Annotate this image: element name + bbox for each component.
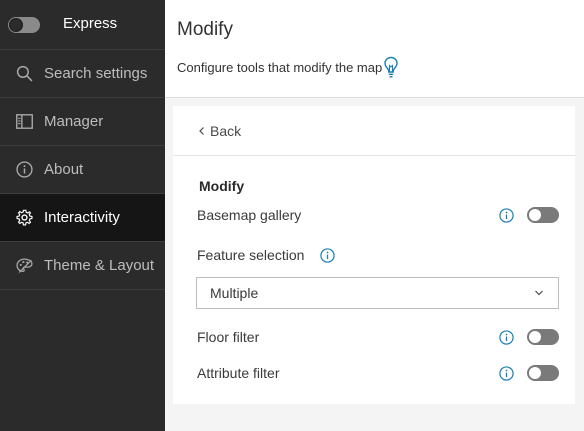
info-icon[interactable] (499, 366, 514, 381)
sidebar-item-label: Search settings (44, 65, 148, 82)
sidebar-item-manager[interactable]: Manager (0, 98, 165, 146)
panel-icon (16, 114, 33, 129)
back-label: Back (210, 122, 242, 139)
sidebar-item-label: About (44, 161, 84, 178)
feature-selection-label: Feature selection (197, 247, 305, 263)
toggle-knob (529, 367, 541, 379)
page-header: Modify Configure tools that modify the m… (165, 0, 584, 98)
info-icon (16, 161, 33, 178)
express-mode-row: Express (0, 0, 165, 50)
sidebar-item-theme-layout[interactable]: Theme & Layout (0, 242, 165, 290)
chevron-down-icon (535, 290, 543, 296)
sidebar-item-label: Theme & Layout (44, 257, 155, 274)
feature-selection-select[interactable]: Multiple (196, 277, 559, 309)
attribute-filter-toggle[interactable] (527, 365, 559, 381)
info-icon[interactable] (320, 248, 335, 263)
info-icon[interactable] (499, 208, 514, 223)
toggle-knob (529, 209, 541, 221)
basemap-gallery-toggle[interactable] (527, 207, 559, 223)
section-title: Modify (199, 178, 245, 194)
palette-icon (16, 258, 33, 273)
page-description: Configure tools that modify the map (177, 60, 383, 75)
express-mode-toggle[interactable] (8, 16, 40, 33)
lightbulb-icon[interactable] (383, 56, 399, 80)
express-mode-label: Express (63, 15, 118, 32)
sidebar: Express Search settings Manager About In… (0, 0, 165, 431)
sidebar-item-label: Manager (44, 113, 104, 130)
basemap-gallery-label: Basemap gallery (197, 207, 302, 223)
sidebar-item-search-settings[interactable]: Search settings (0, 50, 165, 98)
toggle-knob (9, 17, 23, 32)
floor-filter-label: Floor filter (197, 329, 260, 345)
settings-panel: Back Modify Basemap gallery Feature sele… (173, 106, 575, 404)
feature-selection-value: Multiple (210, 285, 259, 301)
page-title: Modify (177, 19, 233, 40)
sidebar-item-label: Interactivity (44, 209, 120, 226)
chevron-left-icon (199, 126, 204, 135)
search-icon (16, 65, 33, 82)
sidebar-item-about[interactable]: About (0, 146, 165, 194)
toggle-knob (529, 331, 541, 343)
gear-icon (16, 209, 33, 226)
main-content: Modify Configure tools that modify the m… (165, 0, 584, 431)
floor-filter-toggle[interactable] (527, 329, 559, 345)
sidebar-item-interactivity[interactable]: Interactivity (0, 194, 165, 242)
back-button[interactable]: Back (173, 106, 575, 156)
attribute-filter-label: Attribute filter (197, 365, 280, 381)
info-icon[interactable] (499, 330, 514, 345)
